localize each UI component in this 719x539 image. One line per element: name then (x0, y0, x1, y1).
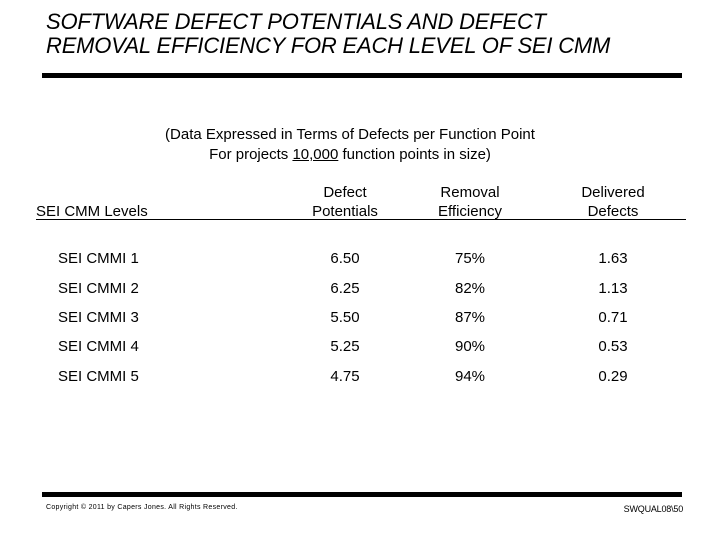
delivered-defects-cell: 1.13 (598, 280, 628, 297)
level-cell: SEI CMMI 3 (58, 309, 139, 326)
header-defect-potentials: Defect Potentials (290, 183, 400, 221)
defect-potentials-cell: 5.50 (330, 309, 360, 326)
slide-reference: SWQUAL08\50 (623, 504, 684, 514)
table-row: SEI CMMI 1 6.50 75% 1.63 (0, 250, 719, 270)
removal-efficiency-cell: 94% (454, 368, 486, 385)
removal-efficiency-cell: 87% (454, 309, 486, 326)
header-delivered-defects: Delivered Defects (558, 183, 668, 221)
table-row: SEI CMMI 3 5.50 87% 0.71 (0, 309, 719, 329)
subtitle-line-1: (Data Expressed in Terms of Defects per … (165, 126, 535, 143)
level-cell: SEI CMMI 4 (58, 338, 139, 355)
subtitle-line-2: For projects 10,000 function points in s… (100, 145, 600, 165)
table-row: SEI CMMI 5 4.75 94% 0.29 (0, 368, 719, 388)
header-removal-efficiency: Removal Efficiency (415, 183, 525, 221)
project-size: 10,000 (292, 146, 339, 163)
removal-efficiency-cell: 90% (454, 338, 486, 355)
title-line-1: SOFTWARE DEFECT POTENTIALS AND DEFECT (46, 9, 546, 34)
table-row: SEI CMMI 2 6.25 82% 1.13 (0, 280, 719, 300)
defect-potentials-cell: 5.25 (330, 338, 360, 355)
title-line-2: REMOVAL EFFICIENCY FOR EACH LEVEL OF SEI… (46, 33, 611, 58)
footer-divider (42, 492, 682, 497)
subtitle: (Data Expressed in Terms of Defects per … (100, 125, 600, 165)
defect-potentials-cell: 6.25 (330, 280, 360, 297)
level-cell: SEI CMMI 5 (58, 368, 139, 385)
delivered-defects-cell: 1.63 (598, 250, 628, 267)
delivered-defects-cell: 0.53 (598, 338, 628, 355)
page-title: SOFTWARE DEFECT POTENTIALS AND DEFECT RE… (46, 10, 706, 58)
title-divider (42, 73, 682, 78)
copyright-notice: Copyright © 2011 by Capers Jones. All Ri… (46, 504, 238, 511)
delivered-defects-cell: 0.29 (598, 368, 628, 385)
table-row: SEI CMMI 4 5.25 90% 0.53 (0, 338, 719, 358)
level-cell: SEI CMMI 2 (58, 280, 139, 297)
level-cell: SEI CMMI 1 (58, 250, 139, 267)
defect-potentials-cell: 4.75 (330, 368, 360, 385)
header-defect-potentials-line1: Defect (323, 184, 367, 201)
subtitle-prefix: For projects (209, 146, 293, 163)
header-delivered-defects-line1: Delivered (581, 184, 645, 201)
subtitle-suffix: function points in size) (338, 146, 491, 163)
removal-efficiency-cell: 82% (454, 280, 486, 297)
defect-potentials-cell: 6.50 (330, 250, 360, 267)
header-removal-efficiency-line1: Removal (440, 184, 500, 201)
removal-efficiency-cell: 75% (454, 250, 486, 267)
header-underline (36, 219, 686, 220)
delivered-defects-cell: 0.71 (598, 309, 628, 326)
